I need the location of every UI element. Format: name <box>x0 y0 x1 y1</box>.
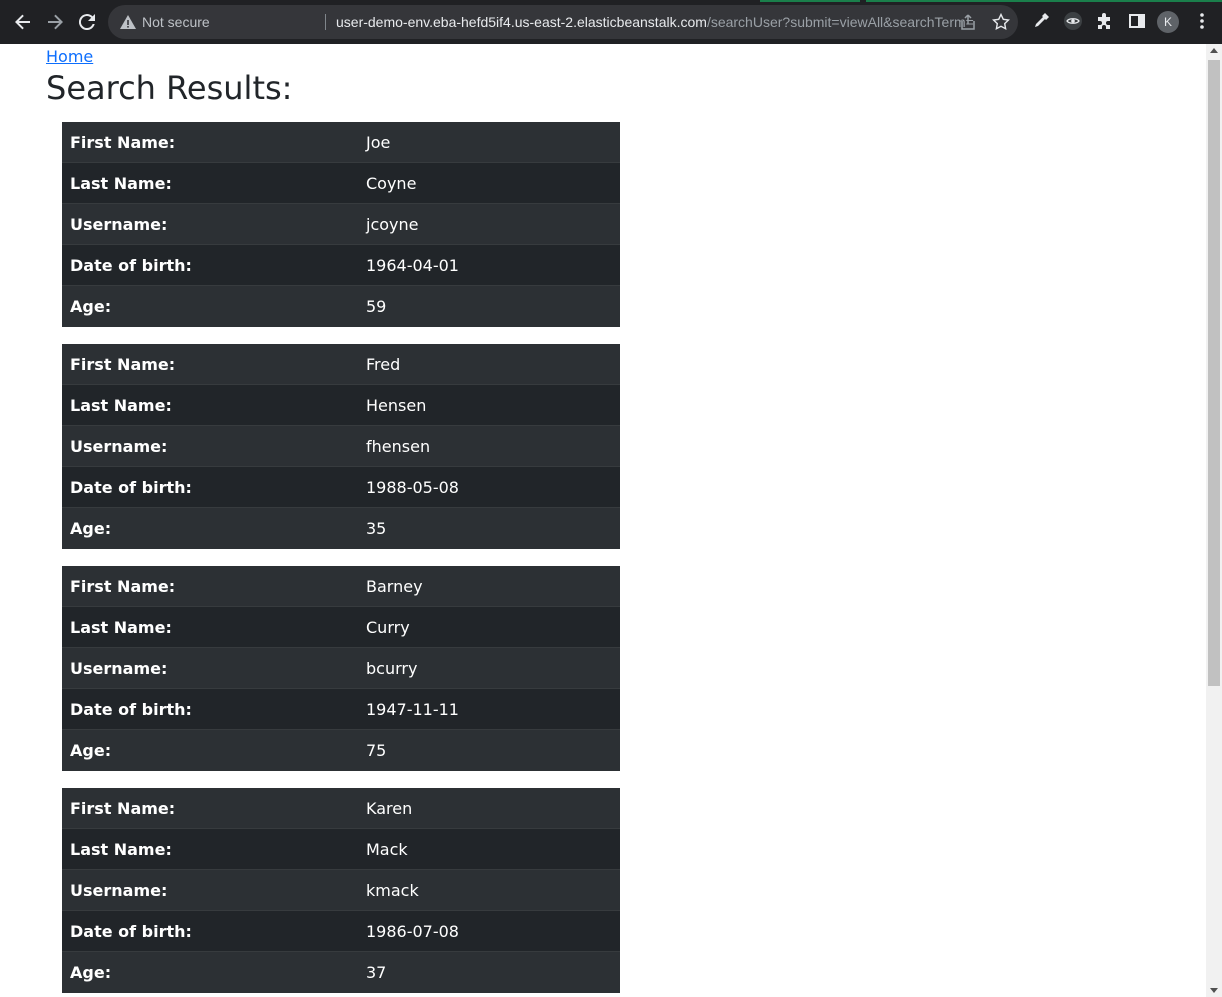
first-name-value: Fred <box>366 354 401 374</box>
table-row: First Name: Fred <box>62 344 620 385</box>
first-name-label: First Name: <box>70 132 176 152</box>
dob-label: Date of birth: <box>70 255 192 275</box>
first-name-value: Barney <box>366 576 423 596</box>
back-button[interactable] <box>9 8 37 36</box>
omnibox-divider <box>325 14 326 30</box>
username-value: jcoyne <box>366 214 419 234</box>
username-value: bcurry <box>366 658 418 678</box>
username-label: Username: <box>70 214 168 234</box>
last-name-label: Last Name: <box>70 173 172 193</box>
profile-avatar[interactable]: K <box>1157 11 1179 33</box>
table-row: Last Name: Mack <box>62 829 620 870</box>
dob-label: Date of birth: <box>70 477 192 497</box>
bookmark-star-icon[interactable] <box>992 13 1010 31</box>
forward-button[interactable] <box>41 8 69 36</box>
url-host: user-demo-env.eba-hefd5if4.us-east-2.ela… <box>336 14 707 30</box>
side-panel-icon[interactable] <box>1127 11 1147 31</box>
security-status[interactable]: Not secure <box>142 14 210 30</box>
table-row: Age: 37 <box>62 952 620 993</box>
url-path: /searchUser?submit=viewAll&searchTerm= <box>706 14 974 30</box>
age-label: Age: <box>70 741 112 760</box>
age-label: Age: <box>70 963 112 982</box>
more-menu-icon[interactable] <box>1196 11 1208 31</box>
extensions-puzzle-icon[interactable] <box>1095 11 1115 31</box>
table-row: Date of birth: 1986-07-08 <box>62 911 620 952</box>
username-label: Username: <box>70 658 168 678</box>
dob-label: Date of birth: <box>70 921 192 941</box>
table-row: First Name: Karen <box>62 788 620 829</box>
last-name-label: Last Name: <box>70 617 172 637</box>
first-name-label: First Name: <box>70 354 176 374</box>
table-row: Age: 35 <box>62 508 620 549</box>
age-label: Age: <box>70 297 112 316</box>
last-name-value: Coyne <box>366 173 417 193</box>
table-row: Username: kmack <box>62 870 620 911</box>
last-name-label: Last Name: <box>70 395 172 415</box>
browser-toolbar: Not secure user-demo-env.eba-hefd5if4.us… <box>0 0 1222 44</box>
table-row: Username: jcoyne <box>62 204 620 245</box>
tab-strip-edge <box>0 0 1222 2</box>
table-row: Date of birth: 1964-04-01 <box>62 245 620 286</box>
dob-value: 1964-04-01 <box>366 255 459 275</box>
eyedropper-icon[interactable] <box>1031 11 1051 31</box>
scroll-up-arrow-icon[interactable] <box>1210 48 1218 53</box>
user-card: First Name: Joe Last Name: Coyne Username:… <box>62 122 620 327</box>
table-row: Age: 75 <box>62 730 620 771</box>
last-name-value: Curry <box>366 617 410 637</box>
username-label: Username: <box>70 436 168 456</box>
user-card: First Name: Barney Last Name: Curry Userna… <box>62 566 620 771</box>
arrow-left-icon <box>15 14 30 30</box>
url-text[interactable]: user-demo-env.eba-hefd5if4.us-east-2.ela… <box>336 14 974 30</box>
last-name-value: Mack <box>366 839 408 859</box>
dob-label: Date of birth: <box>70 699 192 719</box>
first-name-value: Joe <box>366 132 391 152</box>
first-name-label: First Name: <box>70 798 176 818</box>
dob-value: 1986-07-08 <box>366 921 459 941</box>
table-row: Username: bcurry <box>62 648 620 689</box>
table-row: Age: 59 <box>62 286 620 327</box>
age-value: 59 <box>366 297 387 316</box>
page-title: Search Results: <box>46 69 293 107</box>
last-name-label: Last Name: <box>70 839 172 859</box>
dob-value: 1988-05-08 <box>366 477 459 497</box>
share-icon[interactable] <box>959 13 977 31</box>
home-link[interactable]: Home <box>46 47 93 66</box>
table-row: Last Name: Coyne <box>62 163 620 204</box>
username-value: fhensen <box>366 436 431 456</box>
reload-button[interactable] <box>73 8 101 36</box>
table-row: Last Name: Curry <box>62 607 620 648</box>
table-row: First Name: Joe <box>62 122 620 163</box>
warning-icon[interactable] <box>120 14 136 30</box>
scroll-down-arrow-icon[interactable] <box>1210 988 1218 993</box>
first-name-label: First Name: <box>70 576 176 596</box>
age-value: 37 <box>366 963 387 982</box>
user-card: First Name: Karen Last Name: Mack Username… <box>62 788 620 993</box>
username-value: kmack <box>366 880 419 900</box>
vertical-scrollbar[interactable] <box>1206 44 1222 997</box>
table-row: Date of birth: 1947-11-11 <box>62 689 620 730</box>
user-card: First Name: Fred Last Name: Hensen Usernam… <box>62 344 620 549</box>
address-bar[interactable]: Not secure user-demo-env.eba-hefd5if4.us… <box>108 5 1018 39</box>
first-name-value: Karen <box>366 798 413 818</box>
table-row: Last Name: Hensen <box>62 385 620 426</box>
arrow-right-icon <box>48 14 63 30</box>
reload-icon <box>79 14 95 30</box>
age-value: 75 <box>366 741 387 760</box>
age-label: Age: <box>70 519 112 538</box>
last-name-value: Hensen <box>366 395 427 415</box>
table-row: First Name: Barney <box>62 566 620 607</box>
extension-eye-icon[interactable] <box>1063 11 1083 31</box>
table-row: Date of birth: 1988-05-08 <box>62 467 620 508</box>
username-label: Username: <box>70 880 168 900</box>
dob-value: 1947-11-11 <box>366 699 459 719</box>
age-value: 35 <box>366 519 387 538</box>
scrollbar-thumb[interactable] <box>1208 60 1220 686</box>
table-row: Username: fhensen <box>62 426 620 467</box>
page-content: Home Search Results: First Name: Joe Last… <box>0 44 1206 997</box>
results-list: First Name: Joe Last Name: Coyne Username:… <box>62 122 620 997</box>
